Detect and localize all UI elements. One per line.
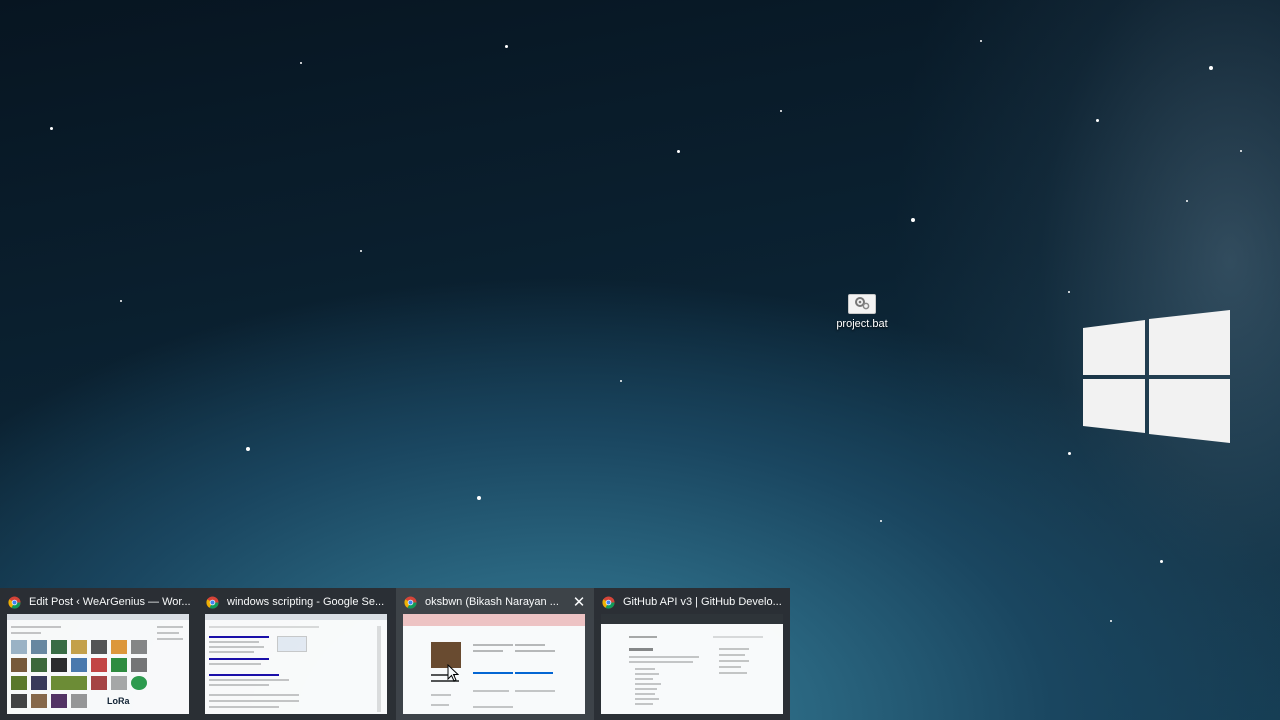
- star: [677, 150, 680, 153]
- star: [880, 520, 882, 522]
- thumbnail-google-search[interactable]: windows scripting - Google Se...: [198, 588, 396, 720]
- thumbnail-github-api[interactable]: GitHub API v3 | GitHub Develo...: [594, 588, 792, 720]
- taskbar-thumbnail-preview: Edit Post ‹ WeArGenius — Wor... LoRa win…: [0, 588, 790, 720]
- star: [120, 300, 122, 302]
- chrome-icon: [602, 595, 615, 609]
- star: [1110, 620, 1112, 622]
- star: [1240, 150, 1242, 152]
- star: [620, 380, 622, 382]
- thumbnail-title: windows scripting - Google Se...: [227, 596, 385, 608]
- thumbnail-github-profile[interactable]: oksbwn (Bikash Narayan ... ✕: [396, 588, 594, 720]
- desktop-icon-label: project.bat: [836, 318, 888, 330]
- batch-file-icon: [848, 294, 876, 314]
- mouse-cursor-icon: [447, 664, 459, 682]
- thumbnail-title: GitHub API v3 | GitHub Develo...: [623, 596, 782, 608]
- star: [360, 250, 362, 252]
- lora-text: LoRa: [107, 696, 130, 706]
- star: [300, 62, 302, 64]
- star: [980, 40, 982, 42]
- star: [1068, 291, 1070, 293]
- page-preview: LoRa: [7, 614, 189, 714]
- star: [246, 447, 250, 451]
- chrome-icon: [206, 595, 219, 609]
- star: [477, 496, 481, 500]
- star: [50, 127, 53, 130]
- close-icon[interactable]: ✕: [572, 595, 586, 610]
- thumbnail-edit-post[interactable]: Edit Post ‹ WeArGenius — Wor... LoRa: [0, 588, 198, 720]
- star: [505, 45, 508, 48]
- chrome-icon: [404, 595, 417, 609]
- windows-logo: [1083, 310, 1230, 443]
- star: [1186, 200, 1188, 202]
- star: [1068, 452, 1071, 455]
- page-preview: [403, 614, 585, 714]
- star: [780, 110, 782, 112]
- star: [911, 218, 915, 222]
- star: [1160, 560, 1163, 563]
- chrome-icon: [8, 595, 21, 609]
- desktop-icon-project-bat[interactable]: project.bat: [826, 294, 898, 330]
- star: [1209, 66, 1213, 70]
- star: [1096, 119, 1099, 122]
- page-preview: [205, 614, 387, 714]
- page-preview: [601, 614, 783, 714]
- thumbnail-title: Edit Post ‹ WeArGenius — Wor...: [29, 596, 190, 608]
- thumbnail-title: oksbwn (Bikash Narayan ...: [425, 596, 559, 608]
